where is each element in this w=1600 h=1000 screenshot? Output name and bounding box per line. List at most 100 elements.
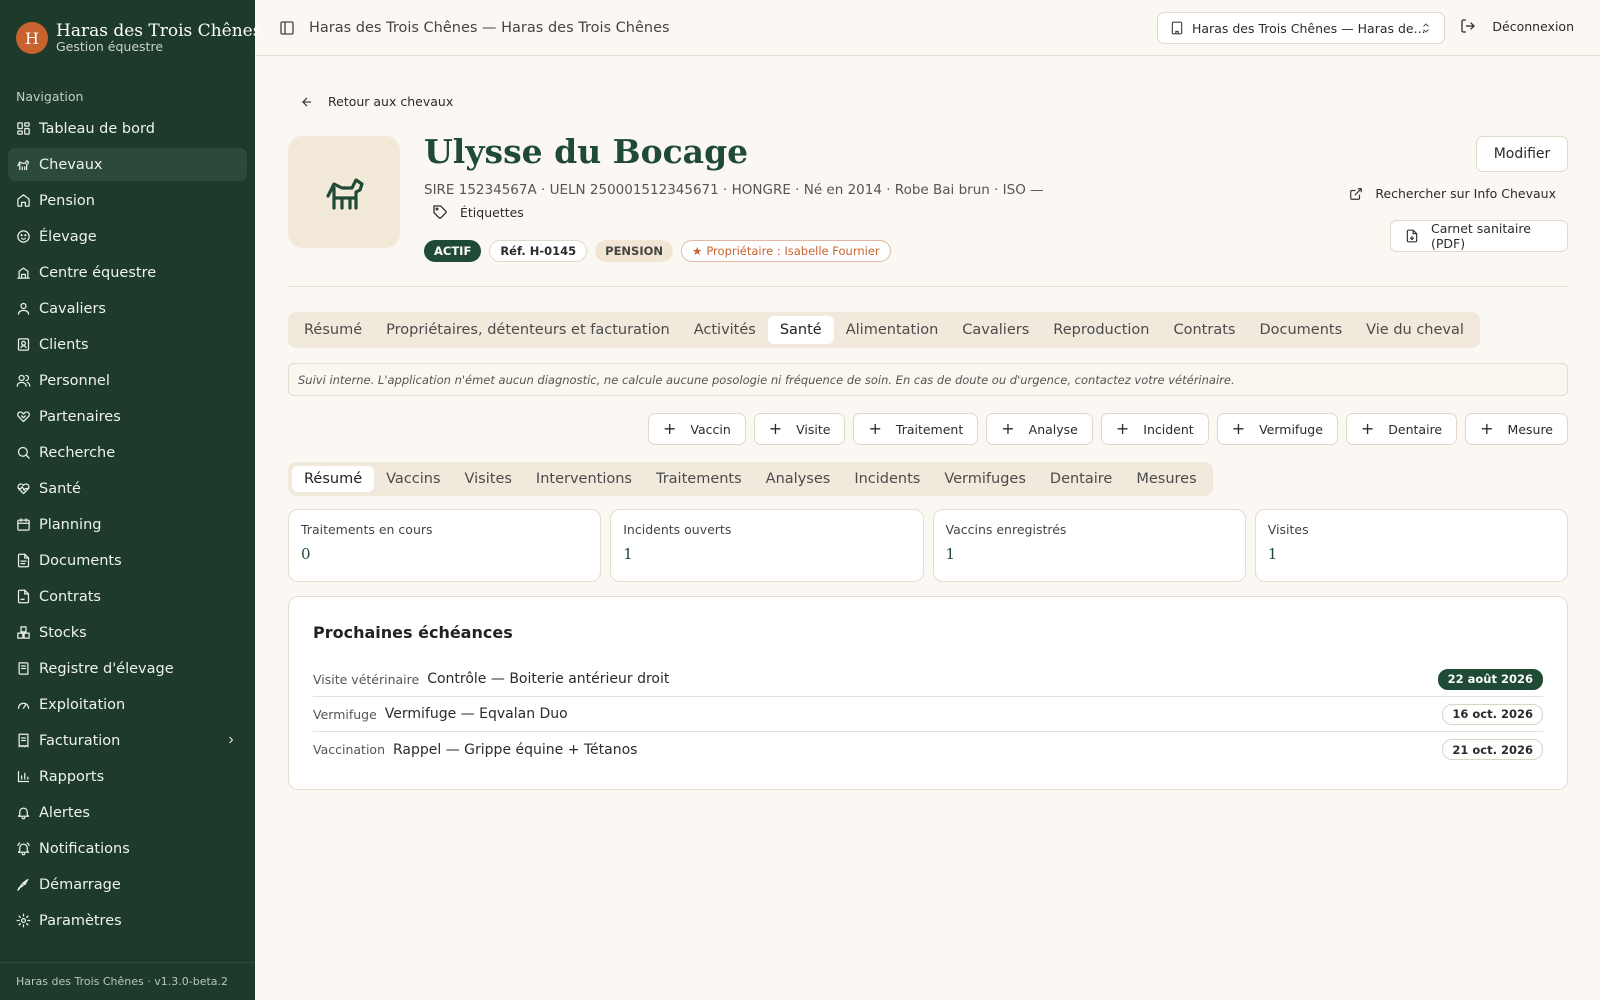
add-record-button[interactable]: + Vermifuge — [1216, 413, 1338, 445]
search-icon — [16, 445, 31, 460]
bell-ring-icon — [16, 841, 31, 856]
edit-button[interactable]: Modifier — [1476, 136, 1568, 172]
tab-7[interactable]: Contrats — [1162, 316, 1248, 344]
deadlines-title: Prochaines échéances — [313, 623, 513, 642]
add-record-button[interactable]: + Traitement — [853, 413, 979, 445]
star-icon: ★ — [692, 244, 703, 258]
stat-card: Vaccins enregistrés 1 — [932, 509, 1246, 582]
health-record-pdf-button[interactable]: Carnet sanitaire (PDF) — [1390, 220, 1568, 252]
sidebar-item-12[interactable]: Documents — [8, 544, 247, 577]
horse-avatar — [288, 136, 400, 248]
tags-button[interactable]: Étiquettes — [432, 204, 524, 220]
tab-5[interactable]: Cavaliers — [950, 316, 1041, 344]
brand[interactable]: H Haras des Trois Chênes Gestion équestr… — [0, 0, 261, 56]
sidebar-item-9[interactable]: Recherche — [8, 436, 247, 469]
organization-select[interactable]: Haras des Trois Chênes — Haras de... — [1157, 12, 1445, 44]
add-record-label: Analyse — [1028, 421, 1078, 437]
sidebar-item-0[interactable]: Tableau de bord — [8, 112, 247, 145]
logout-button[interactable]: Déconnexion — [1460, 18, 1574, 34]
tab-4[interactable]: Alimentation — [834, 316, 951, 344]
upcoming-deadlines-card: Prochaines échéances Visite vétérinaire C… — [288, 596, 1568, 790]
building-icon — [1170, 21, 1184, 35]
deadline-type: Vermifuge — [313, 706, 377, 722]
sidebar-item-16[interactable]: Exploitation — [8, 688, 247, 721]
add-record-label: Incident — [1143, 421, 1194, 437]
sidebar-item-label: Cavaliers — [39, 300, 106, 317]
sidebar-item-17[interactable]: Facturation — [8, 724, 247, 757]
deadline-row[interactable]: Visite vétérinaire Contrôle — Boiterie an… — [313, 662, 1543, 697]
plus-icon: + — [1231, 419, 1246, 438]
health-record-pdf-label: Carnet sanitaire (PDF) — [1431, 221, 1531, 251]
bell-icon — [16, 805, 31, 820]
add-record-button[interactable]: + Visite — [753, 413, 846, 445]
deadline-row[interactable]: Vaccination Rappel — Grippe équine + Téta… — [313, 732, 1543, 767]
tab-6[interactable]: Reproduction — [1041, 316, 1161, 344]
sidebar-toggle-icon[interactable] — [279, 20, 295, 36]
subtab-0[interactable]: Résumé — [292, 466, 375, 492]
deadline-type: Visite vétérinaire — [313, 671, 420, 687]
deadline-label: Vermifuge — Eqvalan Duo — [384, 706, 568, 722]
tab-8[interactable]: Documents — [1247, 316, 1354, 344]
deadline-label: Rappel — Grippe équine + Tétanos — [393, 741, 638, 758]
tab-9[interactable]: Vie du cheval — [1354, 316, 1476, 344]
sidebar-item-label: Alertes — [39, 804, 90, 821]
user-icon — [16, 301, 31, 316]
sidebar-item-19[interactable]: Alertes — [8, 796, 247, 829]
owner-badge[interactable]: ★ Propriétaire : Isabelle Fournier — [681, 240, 891, 262]
sidebar-item-13[interactable]: Contrats — [8, 580, 247, 613]
sidebar-item-label: Partenaires — [39, 408, 121, 425]
file-download-icon — [1405, 229, 1419, 243]
sidebar-item-2[interactable]: Pension — [8, 184, 247, 217]
sidebar-item-10[interactable]: Santé — [8, 472, 247, 505]
sidebar-item-18[interactable]: Rapports — [8, 760, 247, 793]
sidebar-item-3[interactable]: Élevage — [8, 220, 247, 253]
sidebar-item-20[interactable]: Notifications — [8, 832, 247, 865]
add-record-button[interactable]: + Analyse — [986, 413, 1093, 445]
sidebar-item-14[interactable]: Stocks — [8, 616, 247, 649]
stat-value: 1 — [945, 545, 956, 563]
sidebar-item-4[interactable]: Centre équestre — [8, 256, 247, 289]
subtab-4[interactable]: Traitements — [644, 466, 754, 492]
sidebar-item-1[interactable]: Chevaux — [8, 148, 247, 181]
brand-name: Haras des Trois Chênes — [56, 20, 262, 41]
tab-0[interactable]: Résumé — [292, 316, 374, 344]
sidebar-item-21[interactable]: Démarrage — [8, 868, 247, 901]
sidebar-item-5[interactable]: Cavaliers — [8, 292, 247, 325]
add-record-button[interactable]: + Incident — [1100, 413, 1209, 445]
sidebar-item-22[interactable]: Paramètres — [8, 904, 247, 937]
sidebar-item-label: Registre d'élevage — [39, 660, 174, 677]
add-record-button[interactable]: + Dentaire — [1345, 413, 1458, 445]
sidebar-item-7[interactable]: Personnel — [8, 364, 247, 397]
status-badge: ACTIF — [424, 240, 482, 262]
sidebar-item-11[interactable]: Planning — [8, 508, 247, 541]
subtab-5[interactable]: Analyses — [754, 466, 843, 492]
sidebar-footer: Haras des Trois Chênes · v1.3.0-beta.2 — [0, 962, 255, 1000]
subtab-6[interactable]: Incidents — [842, 466, 932, 492]
sidebar-item-8[interactable]: Partenaires — [8, 400, 247, 433]
sidebar-item-6[interactable]: Clients — [8, 328, 247, 361]
tab-1[interactable]: Propriétaires, détenteurs et facturation — [374, 316, 682, 344]
back-to-horses-link[interactable]: Retour aux chevaux — [300, 94, 453, 109]
nav-heading: Navigation — [16, 89, 84, 104]
plus-icon: + — [768, 419, 783, 438]
add-record-button[interactable]: + Mesure — [1465, 413, 1568, 445]
owner-label: Propriétaire : Isabelle Fournier — [706, 244, 880, 258]
sidebar-item-15[interactable]: Registre d'élevage — [8, 652, 247, 685]
subtab-2[interactable]: Visites — [453, 466, 524, 492]
tab-2[interactable]: Activités — [682, 316, 768, 344]
subtab-8[interactable]: Dentaire — [1038, 466, 1124, 492]
baby-icon — [16, 229, 31, 244]
health-stats: Traitements en cours 0 Incidents ouverts 1 V… — [288, 509, 1568, 582]
sidebar-item-label: Recherche — [39, 444, 116, 461]
subtab-7[interactable]: Vermifuges — [932, 466, 1038, 492]
add-record-button[interactable]: + Vaccin — [647, 413, 746, 445]
subtab-9[interactable]: Mesures — [1124, 466, 1208, 492]
subtab-3[interactable]: Interventions — [524, 466, 644, 492]
heart-pulse-icon — [16, 481, 31, 496]
tab-3[interactable]: Santé — [767, 316, 834, 344]
deadline-row[interactable]: Vermifuge Vermifuge — Eqvalan Duo 16 oct. … — [313, 697, 1543, 732]
health-subtabs: Résumé Vaccins Visites Interventions Traitem… — [288, 462, 1213, 496]
subtab-1[interactable]: Vaccins — [374, 466, 452, 492]
info-chevaux-link[interactable]: Rechercher sur Info Chevaux — [1349, 186, 1556, 201]
plus-icon: + — [1115, 419, 1130, 438]
